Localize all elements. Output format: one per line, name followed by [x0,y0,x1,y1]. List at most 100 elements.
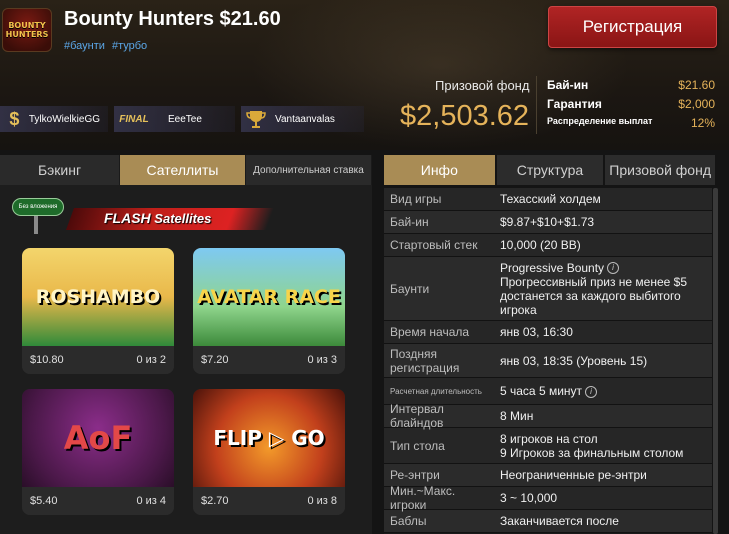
info-row-duration: Расчетная длительность 5 часа 5 минут i [384,378,712,405]
card-footer: $10.80 0 из 2 [22,346,174,374]
info-key: Вид игры [390,192,442,206]
satellite-card-roshambo[interactable]: ROSHAMBO $10.80 0 из 2 [22,248,174,374]
info-value: Заканчивается после [492,510,712,532]
info-key: Расчетная длительность [390,386,482,396]
info-row-start-time: Время начала янв 03, 16:30 [384,321,712,344]
register-button[interactable]: Регистрация [548,6,717,48]
player-chip: Vantaanvalas [241,106,364,132]
flash-satellites-banner: Без вложения FLASH Satellites [12,196,275,236]
info-value-line: игрока [500,302,537,317]
info-key: Интервал блайндов [390,402,444,430]
player-chip: FINAL EeeTee [114,106,236,132]
card-price: $10.80 [30,354,64,366]
info-value-line: 5 часа 5 минут i [500,384,704,398]
info-scrollbar[interactable] [713,188,718,534]
info-value-line: достанется за каждого выбитого [500,288,681,303]
tab-structure[interactable]: Структура [496,155,604,185]
info-value: 8 Мин [492,405,712,427]
tag-turbo[interactable]: #турбо [112,40,147,52]
info-value: 5 часа 5 минут i [492,378,712,404]
info-row-blind-interval: Интервал блайндов 8 Мин [384,402,712,430]
payout-value: 12% [690,116,715,130]
info-value: янв 03, 16:30 [492,321,712,343]
player-name: Vantaanvalas [275,113,335,125]
guarantee-row: Гарантия $2,000 [547,97,715,111]
buyin-value: $21.60 [678,78,715,92]
card-count: 0 из 2 [136,354,166,366]
banner-pole [34,214,38,234]
satellite-card-aof[interactable]: AoF $5.40 0 из 4 [22,389,174,515]
buyin-row: Бай-ин $21.60 [547,78,715,92]
roshambo-art: ROSHAMBO [22,248,174,346]
info-key: Тип стола [390,438,445,453]
tab-satellites[interactable]: Сателлиты [120,155,246,185]
player-chip: $ TylkoWielkieGG [0,106,108,132]
trophy-icon [241,106,271,132]
info-row-bounty: Баунти Progressive Bounty i Прогрессивный… [384,257,712,321]
card-count: 0 из 8 [307,495,337,507]
player-name: EeeTee [168,113,202,125]
card-count: 0 из 3 [307,354,337,366]
info-value-line: янв 03, 18:35 (Уровень 15) [500,353,648,368]
tab-info[interactable]: Инфо [384,155,495,185]
info-value: янв 03, 18:35 (Уровень 15) [492,344,712,377]
card-count: 0 из 4 [136,495,166,507]
tournament-tags: #баунти #турбо [64,40,151,52]
duration-text: 5 часа 5 минут [500,384,583,398]
tab-side-bet[interactable]: Дополнительная ставка [246,155,372,185]
aof-art-text: AoF [63,419,133,457]
info-value-line: Прогрессивный приз не менее $5 [500,274,687,289]
tournament-header: BOUNTY HUNTERS Bounty Hunters $21.60 #ба… [0,0,729,150]
no-deposit-badge: Без вложения [12,198,64,216]
avatar-race-art: AVATAR RACE [193,248,345,346]
flash-title-main: FLASH [104,210,151,226]
payout-row[interactable]: Распределение выплат 12% [547,116,715,130]
info-value-line: 9 Игроков за финальным столом [500,445,684,460]
aof-art: AoF [22,389,174,487]
info-key: Баблы [390,514,427,528]
info-key: Поздняя регистрация [390,346,460,375]
info-icon[interactable]: i [585,385,598,398]
prize-pool-label: Призовой фонд [435,78,530,93]
dollar-icon: $ [9,108,20,129]
logo-text-2: HUNTERS [5,30,49,39]
flash-title: FLASH Satellites [104,210,211,226]
info-value: $9.87+$10+$1.73 [492,211,712,233]
info-value-line: 8 Мин [500,409,534,423]
final-badge-icon: FINAL [119,113,149,125]
tab-prize-pool[interactable]: Призовой фонд [605,155,715,185]
right-tab-bar: Инфо Структура Призовой фонд [384,155,717,185]
info-value: Неограниченные ре-энтри [492,464,712,486]
info-value-line: 3 ~ 10,000 [500,491,558,505]
info-key: Ре-энтри [390,468,440,482]
tag-bounty[interactable]: #баунти [64,40,105,52]
info-row-late-registration: Поздняя регистрация янв 03, 18:35 (Урове… [384,344,712,378]
satellite-card-avatar-race[interactable]: AVATAR RACE $7.20 0 из 3 [193,248,345,374]
top-players-strip: $ TylkoWielkieGG FINAL EeeTee Vantaanval… [0,106,370,134]
info-value-line: янв 03, 16:30 [500,325,573,339]
info-value-line: $9.87+$10+$1.73 [500,215,595,229]
info-value-line: Progressive Bounty i [500,261,704,275]
satellite-card-flip-go[interactable]: FLIP ▷ GO $2.70 0 из 8 [193,389,345,515]
card-footer: $7.20 0 из 3 [193,346,345,374]
info-row-starting-stack: Стартовый стек 10,000 (20 BB) [384,234,712,257]
info-row-table-type: Тип стола 8 игроков на стол 9 Игроков за… [384,428,712,464]
info-key: Мин.~Макс. игроки [390,484,456,512]
info-row-game-type: Вид игры Техасский холдем [384,188,712,211]
logo-text-1: BOUNTY [8,21,46,30]
info-table: Вид игры Техасский холдем Бай-ин $9.87+$… [384,188,712,534]
card-price: $5.40 [30,495,58,507]
player-name: TylkoWielkieGG [28,113,100,125]
info-value: 3 ~ 10,000 [492,487,712,509]
left-tab-bar: Бэкинг Сателлиты Дополнительная ставка [0,155,372,185]
tournament-logo: BOUNTY HUNTERS [2,8,52,52]
info-row-min-max-players: Мин.~Макс. игроки 3 ~ 10,000 [384,484,712,512]
flash-title-rest: Satellites [154,211,212,226]
info-row-bubble: Баблы Заканчивается после [384,510,712,533]
info-key: Время начала [390,325,470,339]
info-value: Техасский холдем [492,188,712,210]
header-divider [536,76,537,134]
tab-backing[interactable]: Бэкинг [0,155,120,185]
info-icon[interactable]: i [607,262,620,275]
card-price: $7.20 [201,354,229,366]
